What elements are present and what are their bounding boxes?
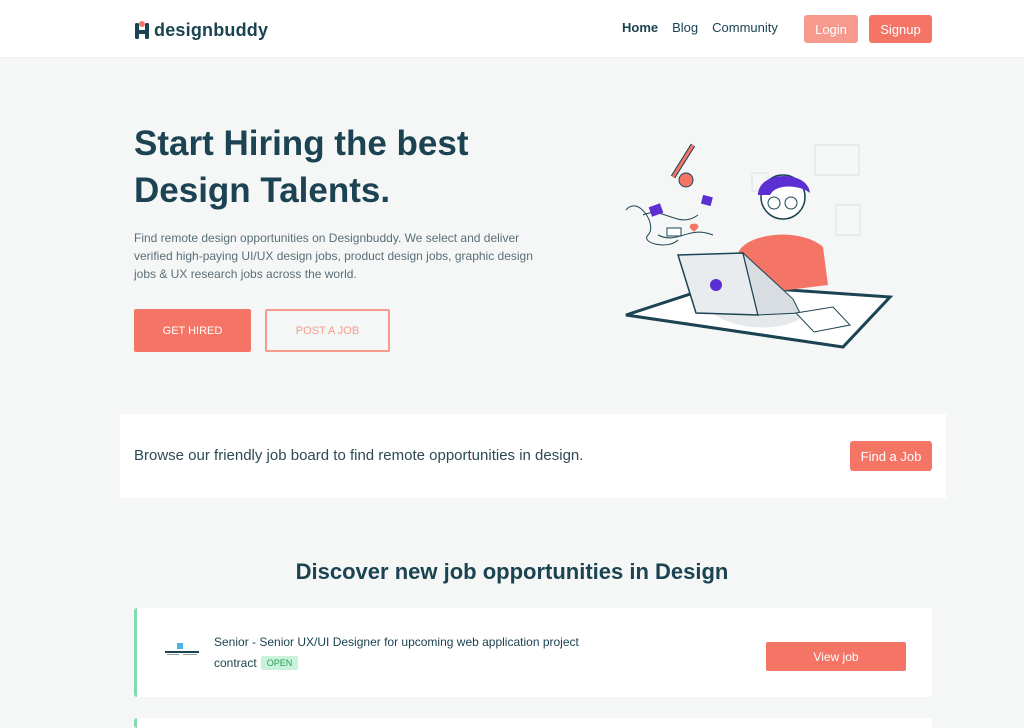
nav-link-blog[interactable]: Blog: [672, 20, 698, 35]
job-type: contract: [214, 656, 257, 670]
hero-description: Find remote design opportunities on Desi…: [134, 231, 533, 281]
job-title: Senior - Senior UX/UI Designer for upcom…: [214, 635, 579, 649]
browse-banner: Browse our friendly job board to find re…: [120, 414, 946, 498]
hero-illustration: [618, 135, 898, 355]
job-card[interactable]: Senior - Senior UX/UI Designer for upcom…: [134, 608, 932, 697]
brand-logo[interactable]: designbuddy: [134, 17, 268, 43]
view-job-button[interactable]: View job: [766, 642, 906, 671]
brand-name: designbuddy: [154, 19, 269, 40]
find-a-job-button[interactable]: Find a Job: [850, 441, 932, 471]
post-a-job-button[interactable]: POST A JOB: [265, 309, 390, 352]
job-card-partial[interactable]: [134, 718, 932, 728]
nav-link-community[interactable]: Community: [712, 20, 778, 35]
nav-link-home[interactable]: Home: [622, 20, 658, 35]
status-badge: OPEN: [260, 656, 299, 670]
company-logo: [163, 642, 201, 658]
hero-title: Start Hiring the best Design Talents.: [134, 120, 594, 214]
jobs-section-title: Discover new job opportunities in Design: [295, 559, 729, 584]
designbuddy-logo-icon: [134, 19, 150, 41]
login-button[interactable]: Login: [804, 15, 858, 43]
job-meta: contract OPEN: [214, 656, 299, 670]
nav-links: Home Blog Community: [622, 20, 792, 35]
pencil-icon: [670, 143, 696, 179]
browse-text: Browse our friendly job board to find re…: [134, 447, 584, 464]
hero-title-line-2: Design Talents.: [134, 171, 391, 210]
signup-button[interactable]: Signup: [869, 15, 932, 43]
get-hired-button[interactable]: GET HIRED: [134, 309, 251, 352]
top-navbar: designbuddy Home Blog Community Login Si…: [0, 0, 1024, 58]
hero-title-line-1: Start Hiring the best: [134, 124, 469, 163]
